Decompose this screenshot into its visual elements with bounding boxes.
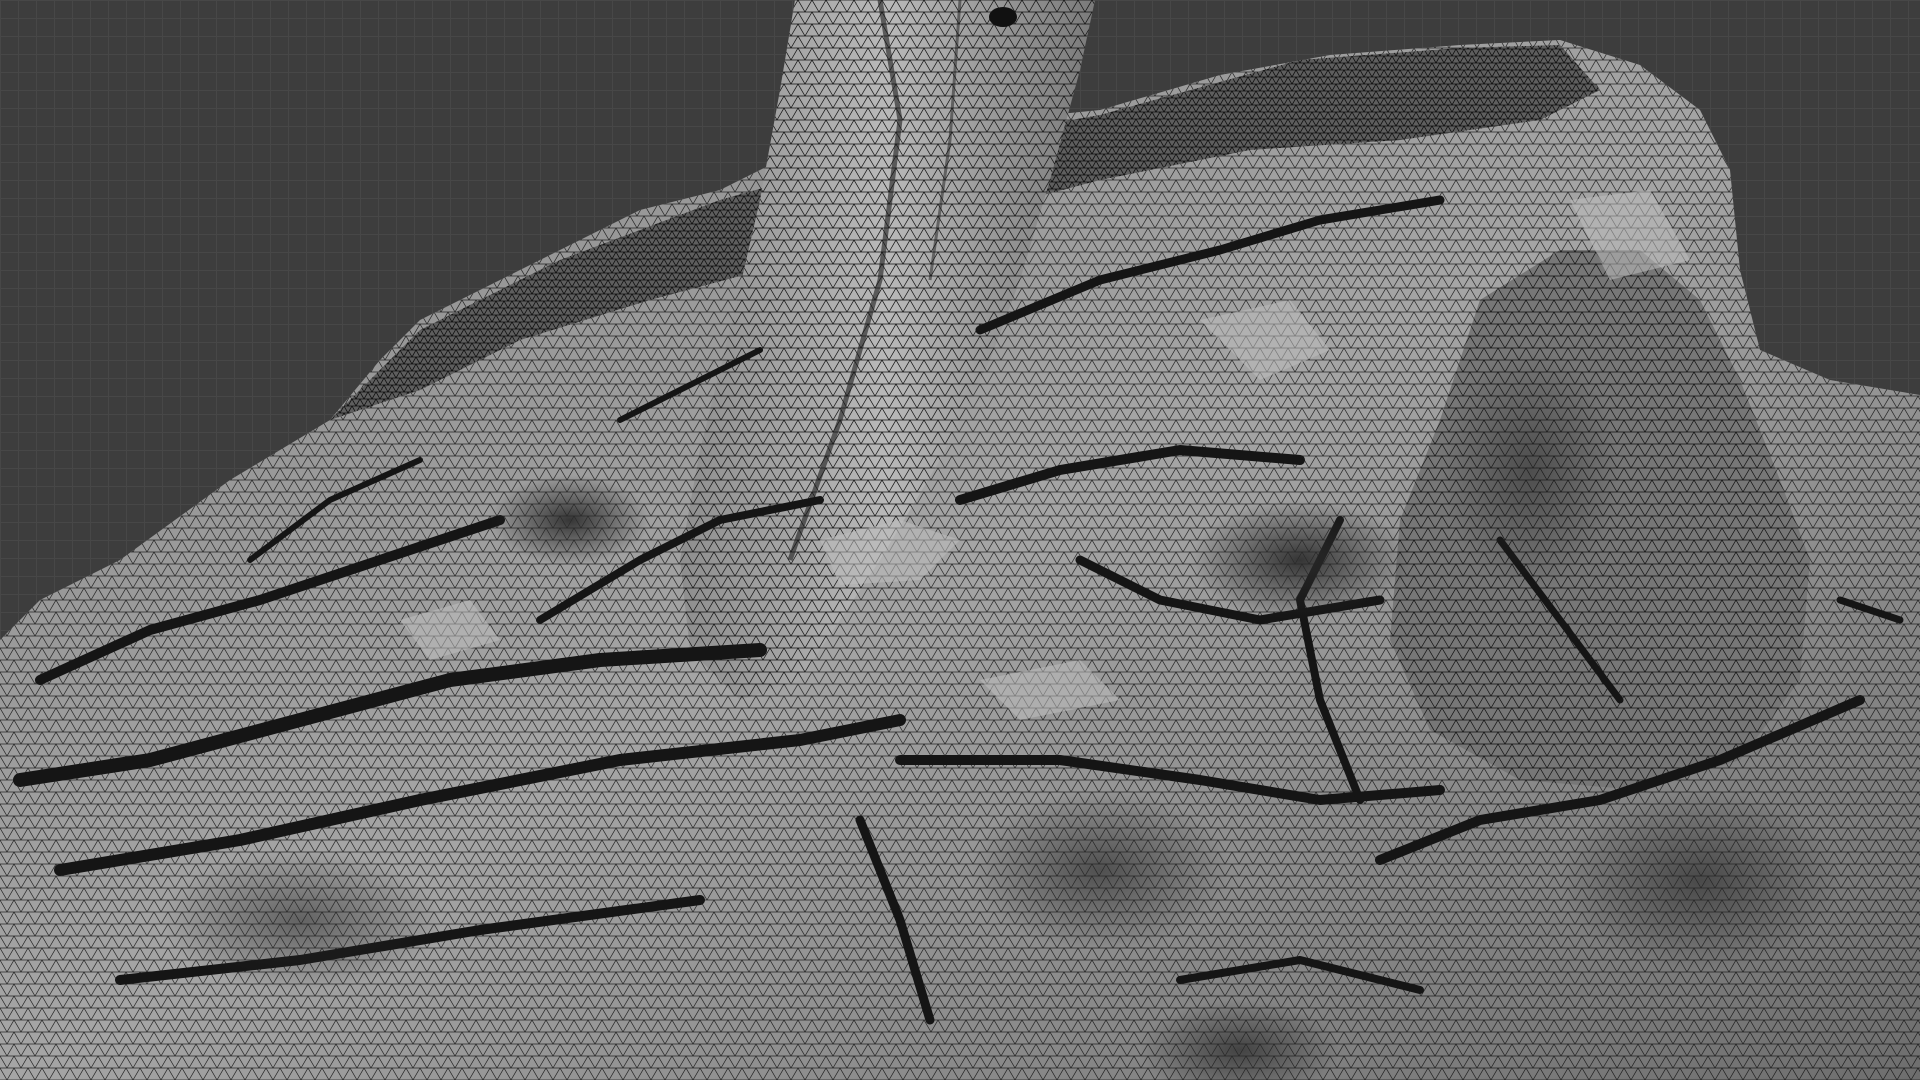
sculpt-mesh[interactable] [0,0,1920,1080]
3d-viewport[interactable] [0,0,1920,1080]
